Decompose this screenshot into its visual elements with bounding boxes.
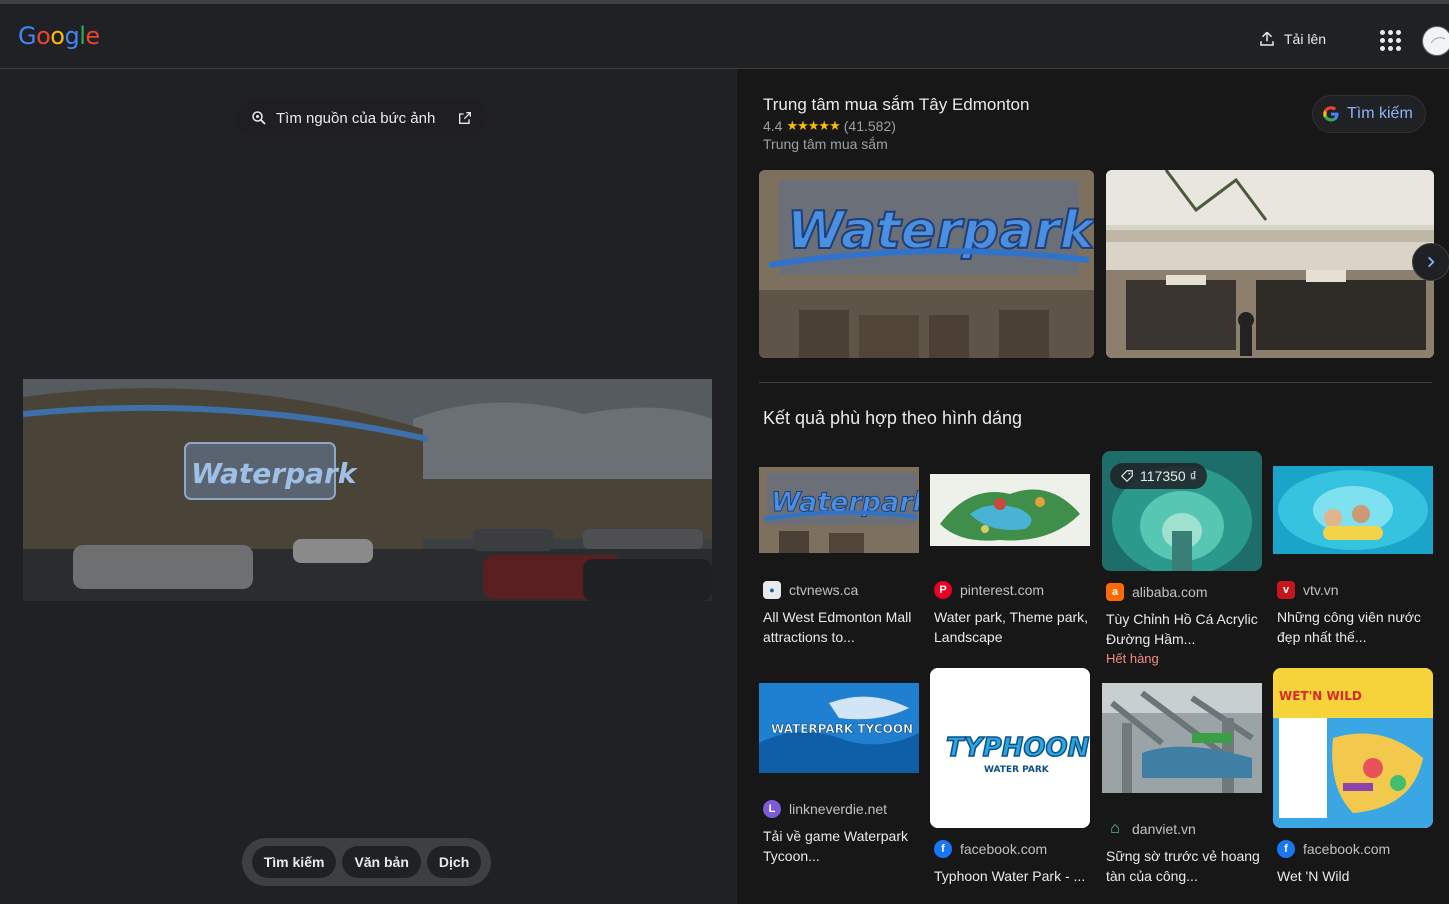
logo-letter: e <box>85 22 100 50</box>
vtv-favicon-icon: v <box>1277 581 1295 599</box>
source-label: pinterest.com <box>960 582 1045 598</box>
results-panel: Trung tâm mua sắm Tây Edmonton 4.4 ★★★★★… <box>737 69 1449 904</box>
rating-value: 4.4 <box>763 118 783 134</box>
result-caption[interactable]: Wet 'N Wild <box>1273 866 1433 886</box>
source-label: alibaba.com <box>1132 584 1208 600</box>
ctvnews-favicon-icon: ● <box>763 581 781 599</box>
alibaba-favicon-icon: a <box>1106 583 1124 601</box>
result-card[interactable]: P pinterest.com Water park, Theme park, … <box>930 451 1090 647</box>
price-value: 117350 ₫ <box>1140 468 1197 484</box>
result-source[interactable]: f facebook.com <box>930 840 1090 858</box>
result-source[interactable]: ● ctvnews.ca <box>759 581 919 599</box>
find-source-label: Tìm nguồn của bức ảnh <box>276 109 436 127</box>
thumb-game-title: WATERPARK TYCOON <box>771 722 913 736</box>
tab-text[interactable]: Văn bản <box>342 846 421 878</box>
result-card[interactable]: v vtv.vn Những công viên nước đẹp nhất t… <box>1273 451 1433 647</box>
apps-grid-icon[interactable] <box>1372 22 1408 58</box>
result-caption[interactable]: Water park, Theme park, Landscape <box>930 607 1090 647</box>
find-image-source-button[interactable]: Tìm nguồn của bức ảnh <box>236 99 488 137</box>
source-label: vtv.vn <box>1303 582 1339 598</box>
result-source[interactable]: L linkneverdie.net <box>759 800 919 818</box>
review-count: (41.582) <box>843 118 896 134</box>
result-source[interactable]: a alibaba.com <box>1102 583 1262 601</box>
result-thumbnail[interactable]: WATERPARK TYCOON <box>759 668 919 788</box>
result-thumbnail[interactable]: TYPHOON WATER PARK <box>930 668 1090 828</box>
upload-icon <box>1260 31 1274 46</box>
google-search-button[interactable]: Tìm kiếm <box>1312 95 1426 133</box>
result-source[interactable]: ⌂ danviet.vn <box>1102 820 1262 838</box>
linkneverdie-favicon-icon: L <box>763 800 781 818</box>
result-source[interactable]: f facebook.com <box>1273 840 1433 858</box>
query-image-sign: Waterpark <box>191 457 359 490</box>
result-source[interactable]: v vtv.vn <box>1273 581 1433 599</box>
result-card[interactable]: 117350 ₫ a alibaba.com Tùy Chỉnh Hồ Cá A… <box>1102 451 1262 666</box>
source-label: linkneverdie.net <box>789 801 888 817</box>
result-caption[interactable]: Sững sờ trước vẻ hoang tàn của công... <box>1102 846 1262 886</box>
avatar[interactable] <box>1422 26 1449 56</box>
google-logo[interactable]: Google <box>18 22 100 50</box>
place-title[interactable]: Trung tâm mua sắm Tây Edmonton <box>763 95 1029 115</box>
result-thumbnail[interactable]: WET'N WILD <box>1273 668 1433 828</box>
result-caption[interactable]: Tải về game Waterpark Tycoon... <box>759 826 919 866</box>
stock-status: Hết hàng <box>1106 651 1159 666</box>
source-label: facebook.com <box>960 841 1048 857</box>
query-panel: Tìm nguồn của bức ảnh Waterpark Tìm kiếm… <box>0 69 735 904</box>
logo-letter: g <box>64 22 80 50</box>
search-label: Tìm kiếm <box>1347 105 1413 122</box>
result-card[interactable]: WET'N WILD f facebook.com Wet 'N Wild <box>1273 668 1433 886</box>
result-caption[interactable]: All West Edmonton Mall attractions to... <box>759 607 919 647</box>
result-card[interactable]: TYPHOON WATER PARK f facebook.com Typhoo… <box>930 668 1090 886</box>
facebook-favicon-icon: f <box>1277 840 1295 858</box>
result-caption[interactable]: Tùy Chỉnh Hồ Cá Acrylic Đường Hầm... <box>1102 609 1262 649</box>
divider <box>759 382 1432 383</box>
pinterest-favicon-icon: P <box>934 581 952 599</box>
result-thumbnail[interactable]: Waterpark <box>759 451 919 569</box>
google-g-icon <box>1323 106 1339 122</box>
bottom-toolbar: Tìm kiếm Văn bản Dịch <box>242 838 491 886</box>
price-tag: 117350 ₫ <box>1110 463 1207 489</box>
danviet-favicon-icon: ⌂ <box>1110 820 1120 837</box>
source-label: facebook.com <box>1303 841 1391 857</box>
result-card[interactable]: Waterpark ● ctvnews.ca All West Edmonton… <box>759 451 919 647</box>
top-bar: Google Tải lên <box>0 0 1449 69</box>
tab-search[interactable]: Tìm kiếm <box>251 846 337 878</box>
result-source[interactable]: P pinterest.com <box>930 581 1090 599</box>
upload-button[interactable]: Tải lên <box>1248 22 1336 56</box>
result-caption[interactable]: Những công viên nước đẹp nhất thế... <box>1273 607 1433 647</box>
chevron-right-icon <box>1428 256 1435 268</box>
thumb-wetnwild-logo: WET'N WILD <box>1279 689 1362 703</box>
facebook-favicon-icon: f <box>934 840 952 858</box>
open-external-icon <box>459 112 472 124</box>
source-label: ctvnews.ca <box>789 582 859 598</box>
result-caption[interactable]: Typhoon Water Park - ... <box>930 866 1090 886</box>
result-thumbnail[interactable] <box>1102 668 1262 808</box>
result-thumbnail[interactable] <box>930 451 1090 569</box>
place-image-waterpark[interactable]: Waterpark <box>759 170 1094 358</box>
query-image[interactable]: Waterpark <box>23 379 712 601</box>
source-label: danviet.vn <box>1132 821 1196 837</box>
place-type: Trung tâm mua sắm <box>763 136 888 152</box>
thumb-water-park-text: WATER PARK <box>984 765 1050 775</box>
result-thumbnail[interactable]: 117350 ₫ <box>1102 451 1262 571</box>
visual-matches-title: Kết quả phù hợp theo hình dáng <box>763 408 1023 428</box>
thumb-typhoon-logo: TYPHOON <box>946 733 1090 763</box>
tag-icon <box>1120 470 1133 483</box>
result-card[interactable]: ⌂ danviet.vn Sững sờ trước vẻ hoang tàn … <box>1102 668 1262 886</box>
next-arrow-button[interactable] <box>1412 243 1449 281</box>
upload-label: Tải lên <box>1284 31 1327 47</box>
star-rating-icon: ★★★★★ <box>786 118 840 133</box>
logo-letter: G <box>18 22 37 50</box>
result-thumbnail[interactable] <box>1273 451 1433 569</box>
result-card[interactable]: WATERPARK TYCOON L linkneverdie.net Tải … <box>759 668 919 866</box>
lens-search-icon <box>252 111 266 125</box>
logo-letter: o <box>50 22 65 50</box>
tab-translate[interactable]: Dịch <box>426 846 482 878</box>
place-rating: 4.4 ★★★★★ (41.582) <box>763 118 896 134</box>
place-image-mall-interior[interactable] <box>1106 170 1434 358</box>
logo-letter: o <box>36 22 51 50</box>
